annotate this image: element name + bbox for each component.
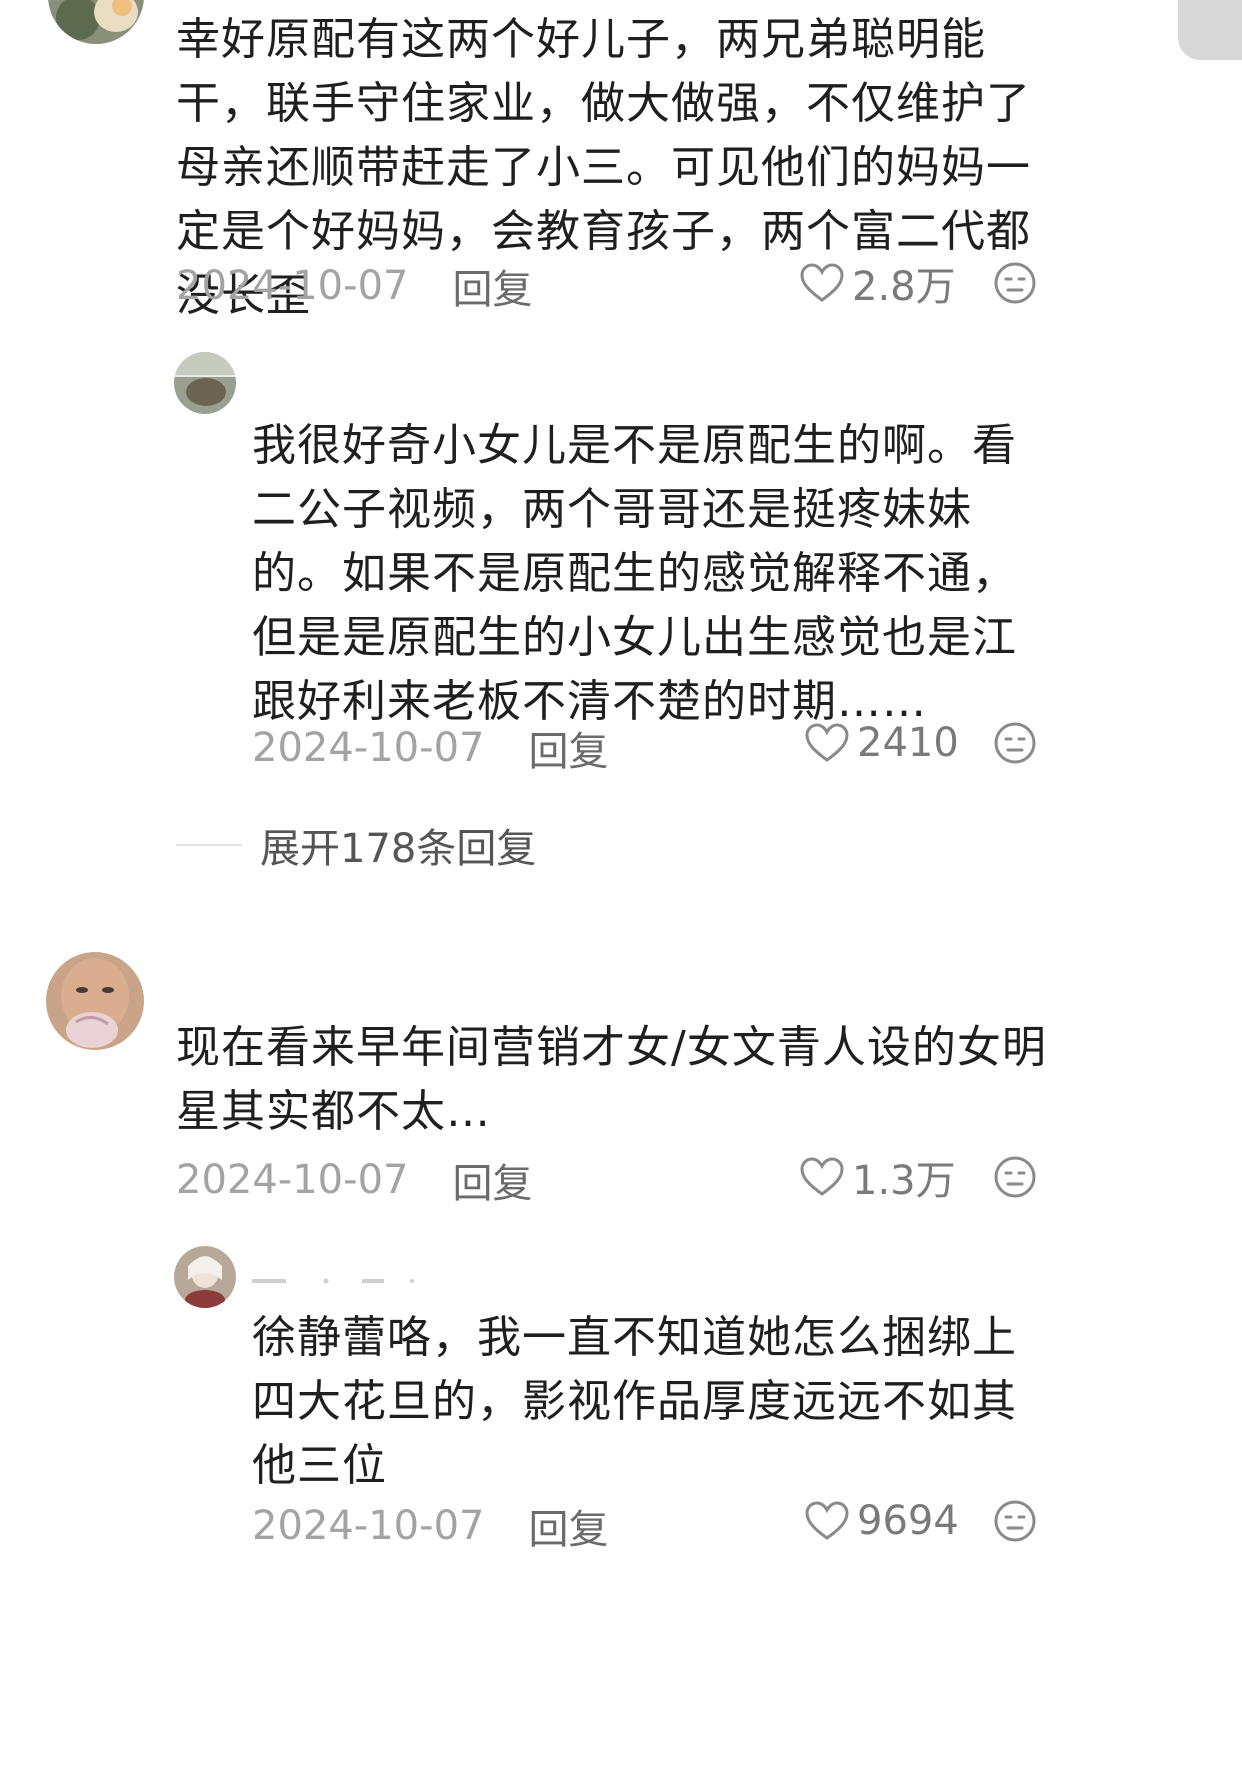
heart-icon xyxy=(805,723,849,762)
comment-date: 2024-10-07 xyxy=(176,1157,409,1203)
heart-icon xyxy=(800,1157,844,1196)
username-blur xyxy=(252,1278,414,1284)
avatar[interactable] xyxy=(46,952,144,1050)
reply-button[interactable]: 回复 xyxy=(452,257,532,315)
dislike-face-icon[interactable] xyxy=(994,722,1036,764)
like-count: 1.3万 xyxy=(852,1158,956,1204)
like-button[interactable]: 2410 xyxy=(805,720,959,766)
avatar[interactable] xyxy=(48,0,144,44)
reply-avatar[interactable] xyxy=(174,1246,236,1308)
like-button[interactable]: 9694 xyxy=(805,1498,959,1544)
like-count: 2.8万 xyxy=(852,264,956,310)
expand-replies-button[interactable]: 展开178条回复 xyxy=(176,816,536,874)
reply-date: 2024-10-07 xyxy=(252,725,485,771)
comment-text: 幸好原配有这两个好儿子，两兄弟聪明能干，联手守住家业，做大做强，不仅维护了母亲还… xyxy=(176,14,1031,321)
comment-meta: 2024-10-07 回复 xyxy=(176,258,532,314)
dislike-face-icon[interactable] xyxy=(994,262,1036,304)
comment-date: 2024-10-07 xyxy=(176,263,409,309)
reply-meta: 2024-10-07 回复 xyxy=(252,720,608,776)
like-count: 2410 xyxy=(857,720,959,766)
expand-replies-label: 展开178条回复 xyxy=(260,826,537,872)
scroll-tab[interactable] xyxy=(1178,0,1242,60)
reply-button[interactable]: 回复 xyxy=(452,1151,532,1209)
dislike-face-icon[interactable] xyxy=(994,1156,1036,1198)
like-button[interactable]: 2.8万 xyxy=(800,254,956,312)
heart-icon xyxy=(800,263,844,302)
heart-icon xyxy=(805,1501,849,1540)
reply-text: 徐静蕾咯，我一直不知道她怎么捆绑上四大花旦的，影视作品厚度远远不如其他三位 xyxy=(252,1312,1017,1491)
like-count: 9694 xyxy=(857,1498,959,1544)
reply-button[interactable]: 回复 xyxy=(528,719,608,777)
reply-button[interactable]: 回复 xyxy=(528,1497,608,1555)
comment-meta: 2024-10-07 回复 xyxy=(176,1152,532,1208)
like-button[interactable]: 1.3万 xyxy=(800,1148,956,1206)
reply-date: 2024-10-07 xyxy=(252,1503,485,1549)
expand-divider xyxy=(176,844,242,846)
reply-text: 我很好奇小女儿是不是原配生的啊。看二公子视频，两个哥哥还是挺疼妹妹的。如果不是原… xyxy=(252,420,1017,727)
dislike-face-icon[interactable] xyxy=(994,1500,1036,1542)
reply-avatar[interactable] xyxy=(174,352,236,414)
reply-meta: 2024-10-07 回复 xyxy=(252,1498,608,1554)
comment-text: 现在看来早年间营销才女/女文青人设的女明星其实都不太… xyxy=(176,1022,1047,1137)
